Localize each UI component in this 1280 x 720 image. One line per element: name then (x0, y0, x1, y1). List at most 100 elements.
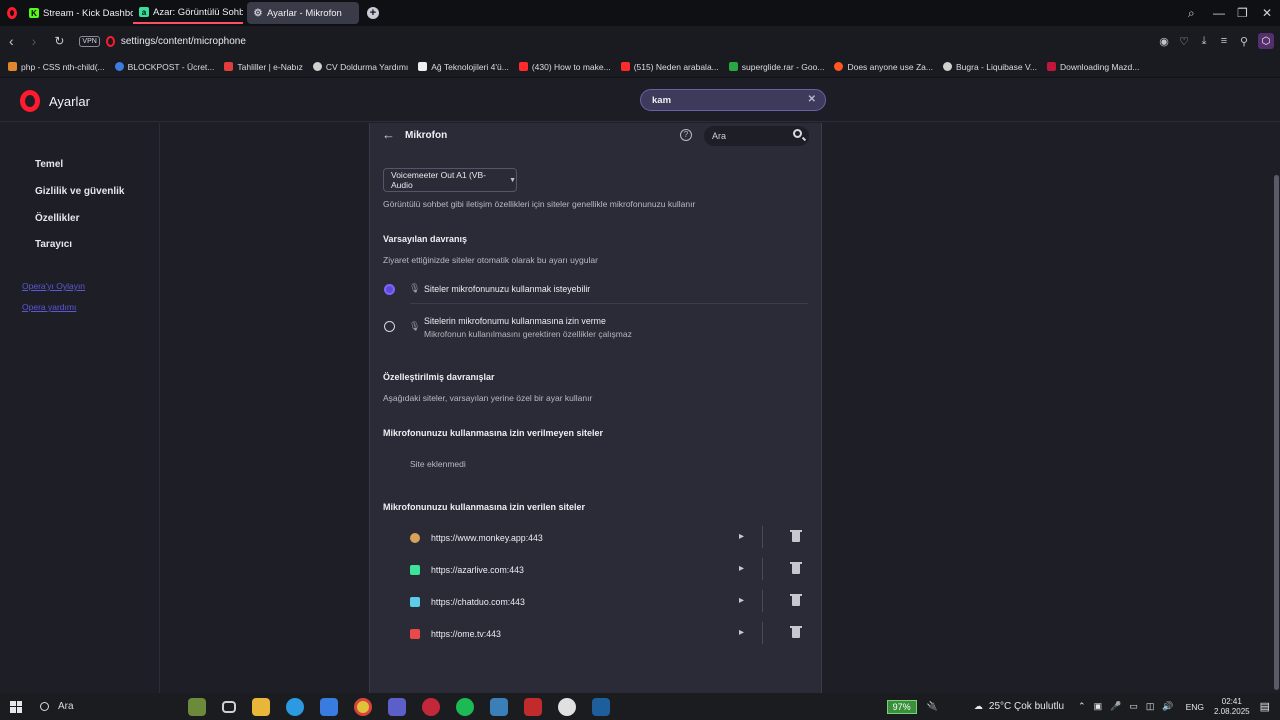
tab-azar[interactable]: a Azar: Görüntülü Sohbet, A (133, 2, 243, 24)
search-placeholder: Ara (712, 131, 727, 141)
new-tab-button[interactable]: + (367, 7, 379, 19)
tab-title: Ayarlar - Mikrofon (267, 7, 342, 19)
bookmark[interactable]: Tahliller | e-Nabız (224, 62, 303, 72)
site-url: https://www.monkey.app:443 (431, 533, 543, 543)
radio-block[interactable] (384, 321, 395, 332)
chevron-up-icon[interactable]: ⌃ (1078, 701, 1086, 712)
heart-icon[interactable]: ♡ (1174, 35, 1194, 48)
opera-help-link[interactable]: Opera yardımı (22, 302, 76, 312)
site-row[interactable]: https://www.monkey.app:443 ▸ (410, 524, 802, 552)
bookmark[interactable]: (515) Neden arabala... (620, 62, 719, 72)
rate-opera-link[interactable]: Opera'yı Oylayın (22, 281, 85, 291)
chevron-right-icon[interactable]: ▸ (739, 595, 744, 606)
chevron-right-icon[interactable]: ▸ (739, 563, 744, 574)
url-field[interactable]: settings/content/microphone (121, 36, 246, 47)
widget-icon[interactable] (188, 697, 206, 716)
profile-icon[interactable]: ⚲ (1234, 35, 1254, 48)
notification-icon[interactable]: ▤ (1260, 700, 1270, 713)
chevron-right-icon[interactable]: ▸ (739, 531, 744, 542)
search-tabs-icon[interactable]: ⌕ (1188, 0, 1195, 26)
tab-settings[interactable]: ⚙ Ayarlar - Mikrofon (247, 2, 359, 24)
microphone-icon: 🎙 (409, 283, 421, 293)
bookmark[interactable]: Downloading Mazd... (1046, 62, 1139, 72)
blocked-empty-text: Site eklenmedi (410, 459, 466, 469)
microphone-tray-icon[interactable]: 🎤 (1110, 701, 1121, 712)
reload-icon[interactable]: ↻ (54, 34, 64, 48)
forward-icon[interactable]: › (32, 33, 37, 49)
radio-allow[interactable] (384, 284, 395, 295)
site-row[interactable]: https://chatduo.com:443 ▸ (410, 588, 802, 616)
tray-icon[interactable]: ▭ (1129, 701, 1138, 712)
chevron-right-icon[interactable]: ▸ (739, 627, 744, 638)
option-block-sublabel: Mikrofonun kullanılmasını gerektiren öze… (424, 329, 632, 339)
back-icon[interactable]: ‹ (9, 33, 14, 49)
sidebar-item-features[interactable]: Özellikler (35, 213, 79, 224)
bookmark[interactable]: superglide.rar - Goo... (728, 62, 824, 72)
network-icon[interactable]: ◫ (1146, 701, 1155, 712)
clear-icon[interactable]: ✕ (808, 94, 816, 105)
panel-search-input[interactable]: Ara (704, 126, 809, 146)
back-arrow-icon[interactable]: ← (382, 127, 395, 142)
spotify-icon[interactable] (456, 697, 474, 716)
help-icon[interactable]: ? (680, 129, 692, 141)
chrome-icon[interactable] (354, 697, 372, 716)
trash-icon[interactable] (790, 530, 802, 542)
app-icon[interactable] (490, 697, 508, 716)
minimize-button[interactable]: — (1213, 0, 1225, 26)
app-icon[interactable] (524, 697, 542, 716)
bookmark[interactable]: php - CSS nth-child(... (8, 62, 105, 72)
azar-icon: a (139, 7, 149, 17)
bookmark[interactable]: CV Doldurma Yardımı (312, 62, 408, 72)
page-scrollbar[interactable] (1274, 175, 1279, 690)
edge-icon[interactable] (286, 697, 304, 716)
sidebar-item-browser[interactable]: Tarayıcı (35, 239, 72, 250)
store-icon[interactable] (320, 697, 338, 716)
extension-icon[interactable]: ⬡ (1258, 33, 1274, 49)
steam-icon[interactable] (592, 697, 610, 716)
battery-indicator[interactable]: 97% (886, 699, 917, 714)
option-allow-label[interactable]: Siteler mikrofonunuzu kullanmak isteyebi… (424, 284, 590, 294)
allowed-sites-heading: Mikrofonunuzu kullanmasına izin verilen … (383, 502, 586, 512)
opera-menu-icon[interactable] (7, 7, 17, 19)
bookmark[interactable]: Ağ Teknolojileri 4'ü... (418, 62, 509, 72)
task-view-icon[interactable] (222, 700, 236, 713)
cloud-icon: ☁ (973, 701, 983, 711)
bookmark[interactable]: BLOCKPOST - Ücret... (114, 62, 214, 72)
bookmark[interactable]: (430) How to make... (518, 62, 611, 72)
settings-search-input[interactable]: kam ✕ (640, 89, 826, 111)
clock[interactable]: 02:41 2.08.2025 (1214, 697, 1250, 717)
sidebar-item-temel[interactable]: Temel (35, 159, 63, 170)
tray-icon[interactable]: ▣ (1094, 701, 1103, 712)
menu-icon[interactable]: ≡ (1214, 35, 1234, 47)
sidebar-item-privacy[interactable]: Gizlilik ve güvenlik (35, 186, 124, 197)
bookmark[interactable]: Bugra - Liquibase V... (942, 62, 1037, 72)
divider (410, 303, 808, 304)
close-button[interactable]: ✕ (1262, 0, 1272, 26)
kick-icon: K (29, 8, 39, 18)
windows-start-icon[interactable] (10, 700, 22, 713)
file-explorer-icon[interactable] (252, 697, 270, 716)
restore-button[interactable]: ❐ (1237, 0, 1248, 26)
site-row[interactable]: https://ome.tv:443 ▸ (410, 620, 802, 648)
trash-icon[interactable] (790, 562, 802, 574)
gear-icon: ⚙ (253, 7, 263, 19)
download-icon[interactable]: ⤓ (1194, 35, 1214, 48)
language-indicator[interactable]: ENG (1186, 702, 1204, 712)
trash-icon[interactable] (790, 626, 802, 638)
vpn-badge[interactable]: VPN (79, 35, 100, 47)
teams-icon[interactable] (388, 697, 406, 716)
camera-icon[interactable]: ◉ (1154, 35, 1174, 48)
tab-kick[interactable]: K Stream - Kick Dashboard (23, 2, 133, 24)
volume-icon[interactable]: 🔊 (1162, 701, 1173, 712)
option-block-label[interactable]: Sitelerin mikrofonumu kullanmasına izin … (424, 316, 606, 326)
monkey-icon (410, 533, 420, 543)
bookmark[interactable]: Does anyone use Za... (834, 62, 933, 72)
trash-icon[interactable] (790, 594, 802, 606)
opera-taskbar-icon[interactable] (422, 697, 440, 716)
app-icon[interactable] (558, 697, 576, 716)
site-row[interactable]: https://azarlive.com:443 ▸ (410, 556, 802, 584)
microphone-device-select[interactable]: Voicemeeter Out A1 (VB-Audio ▼ (383, 168, 517, 192)
weather-text[interactable]: 25°C Çok bulutlu (989, 701, 1064, 712)
taskbar-search[interactable]: Ara (40, 701, 180, 712)
drive-icon (728, 62, 738, 71)
